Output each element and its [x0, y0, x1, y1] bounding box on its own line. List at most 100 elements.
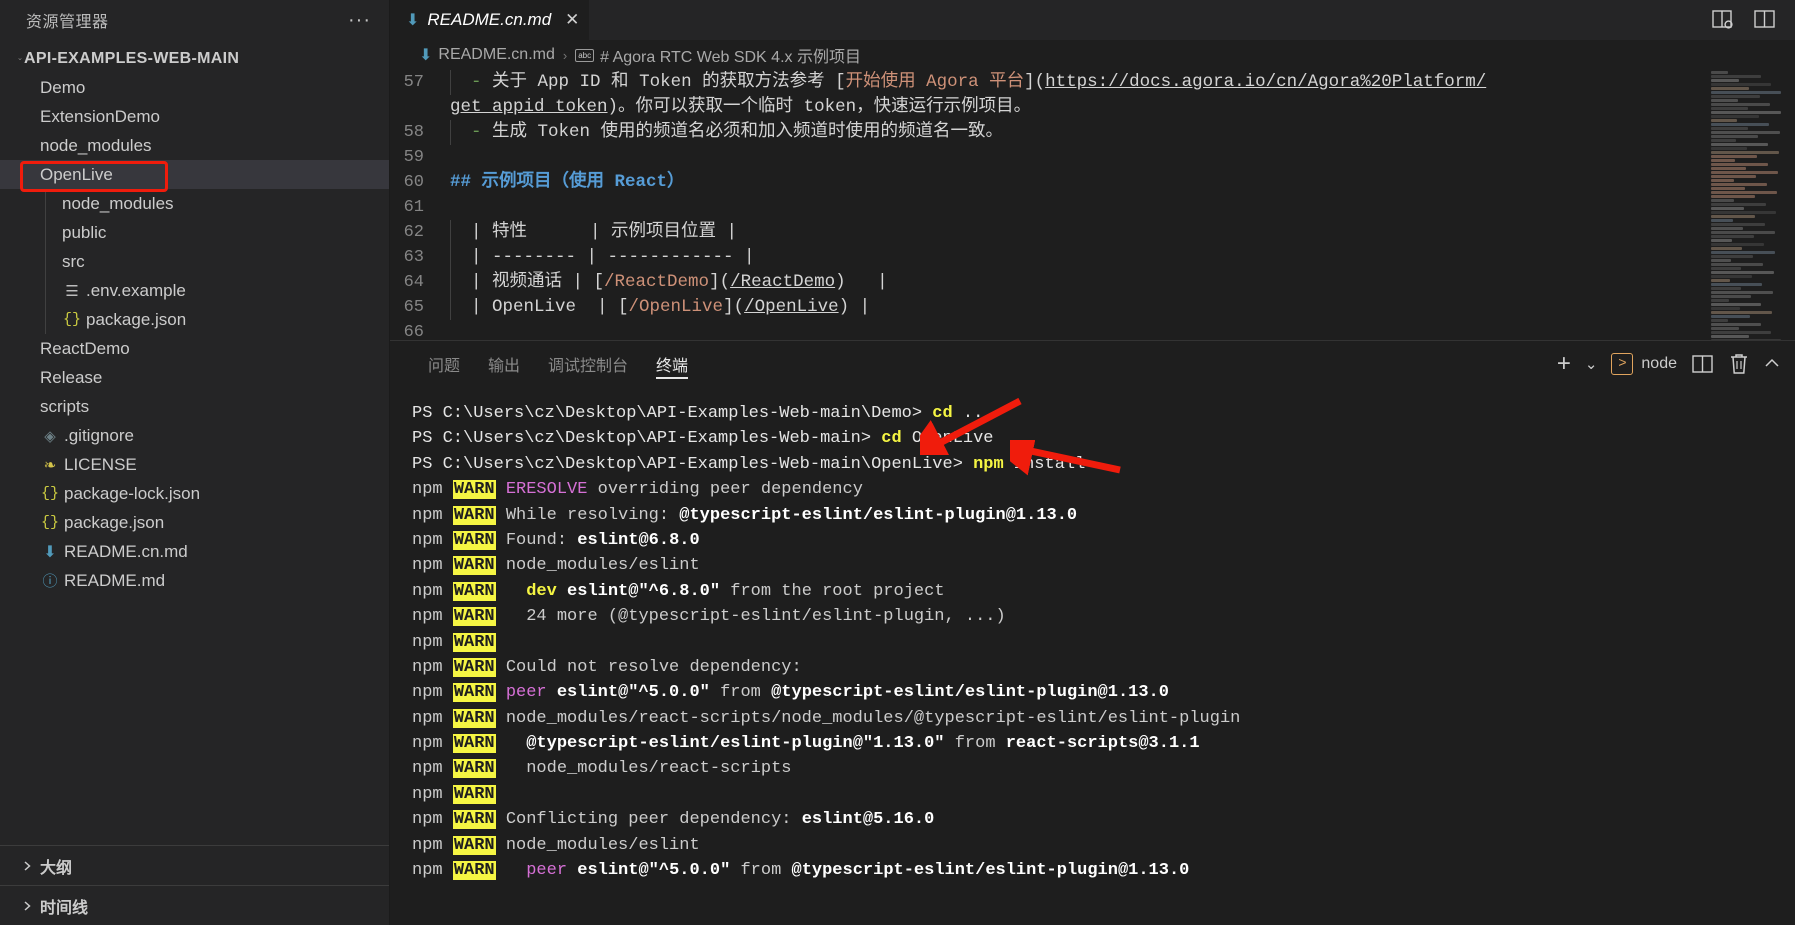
- minimap-line: [1711, 151, 1779, 154]
- minimap-line: [1711, 327, 1739, 330]
- text-editor[interactable]: 57- 关于 App ID 和 Token 的获取方法参考 [开始使用 Agor…: [390, 70, 1795, 340]
- minimap-line: [1711, 119, 1738, 122]
- minimap-line: [1711, 267, 1742, 270]
- string-symbol-icon: abc: [575, 48, 595, 62]
- tab-readme-cn-md[interactable]: ⬇ README.cn.md ✕: [390, 0, 591, 40]
- code-token: [: [593, 272, 605, 292]
- editor-line: 65 | OpenLive | [/OpenLive](/OpenLive) |: [390, 295, 1707, 320]
- panel-actions: + ⌄ > node: [1556, 350, 1795, 377]
- license-file-icon: ❧: [43, 456, 57, 474]
- tree-item-license[interactable]: ❧ LICENSE: [0, 450, 389, 479]
- editor-content[interactable]: 57- 关于 App ID 和 Token 的获取方法参考 [开始使用 Agor…: [390, 70, 1707, 340]
- breadcrumb-symbol[interactable]: abc # Agora RTC Web SDK 4.x 示例项目: [575, 43, 861, 67]
- split-editor-search-icon[interactable]: [1711, 9, 1735, 31]
- tree-item-label: README.cn.md: [64, 541, 188, 561]
- tree-item-scripts[interactable]: scripts: [0, 392, 389, 421]
- minimap-line: [1711, 175, 1757, 178]
- minimap-line: [1711, 131, 1780, 134]
- code-token: ，快速运行示例项目。: [856, 97, 1032, 117]
- code-token: [: [835, 72, 846, 92]
- terminal-token: WARN: [452, 861, 496, 881]
- split-editor-icon[interactable]: [1753, 9, 1777, 31]
- terminal-token: from: [944, 734, 1006, 754]
- explorer-more-actions-icon[interactable]: ···: [348, 10, 371, 30]
- new-terminal-dropdown-button[interactable]: ⌄: [1585, 355, 1598, 373]
- terminal-token: Could not resolve dependency:: [495, 657, 802, 677]
- tree-item-env-example[interactable]: ☰ .env.example: [0, 276, 389, 305]
- minimap-line: [1711, 159, 1736, 162]
- terminal-token: from: [709, 683, 772, 703]
- minimap-line: [1711, 231, 1776, 234]
- sidebar-section-outline[interactable]: 大纲: [0, 845, 389, 885]
- terminal-token: from: [730, 861, 792, 881]
- terminal-token: WARN: [452, 759, 496, 779]
- terminal-line: npm WARN ERESOLVE overriding peer depend…: [412, 477, 1795, 502]
- minimap-line: [1711, 139, 1737, 142]
- tree-item-openlive-package-json[interactable]: {} package.json: [0, 305, 389, 334]
- tab-problems[interactable]: 问题: [414, 341, 474, 387]
- editor-minimap[interactable]: [1707, 70, 1795, 340]
- tree-item-readme-cn-md[interactable]: ⬇ README.cn.md: [0, 537, 389, 566]
- tree-item-readme-md[interactable]: ⓘ README.md: [0, 566, 389, 595]
- tree-item-openlive-src[interactable]: src: [0, 247, 389, 276]
- tree-item-release[interactable]: Release: [0, 363, 389, 392]
- tree-item-demo[interactable]: Demo: [0, 73, 389, 102]
- breadcrumb-file[interactable]: ⬇ README.cn.md: [419, 45, 555, 65]
- terminal-token: 24 more (@typescript-eslint/eslint-plugi…: [495, 607, 1006, 627]
- terminal-name-label: node: [1641, 355, 1677, 372]
- terminal-output[interactable]: PS C:\Users\cz\Desktop\API-Examples-Web-…: [390, 387, 1795, 925]
- sidebar-section-timeline[interactable]: 时间线: [0, 885, 389, 925]
- code-token: ): [607, 97, 619, 117]
- tree-item-label: node_modules: [62, 193, 174, 213]
- minimap-line: [1711, 275, 1752, 278]
- tab-terminal[interactable]: 终端: [642, 341, 702, 387]
- minimap-line: [1711, 263, 1764, 266]
- tab-output[interactable]: 输出: [474, 341, 534, 387]
- tree-item-package-json[interactable]: {} package.json: [0, 508, 389, 537]
- tree-root-api-examples-web-main[interactable]: API-EXAMPLES-WEB-MAIN: [0, 44, 389, 73]
- terminal-token: from the root project: [720, 581, 945, 601]
- minimap-line: [1711, 323, 1761, 326]
- close-icon[interactable]: ✕: [565, 10, 579, 30]
- code-token: /ReactDemo: [730, 272, 836, 292]
- minimap-line: [1711, 195, 1756, 198]
- tree-item-openlive-node-modules[interactable]: node_modules: [0, 189, 389, 218]
- new-terminal-button[interactable]: +: [1556, 350, 1571, 377]
- code-token: | -------- | ------------ |: [471, 247, 755, 267]
- sidebar-section-label: 大纲: [40, 859, 73, 877]
- tree-item-reactdemo[interactable]: ReactDemo: [0, 334, 389, 363]
- tree-item-gitignore[interactable]: ◈ .gitignore: [0, 421, 389, 450]
- indent-guide: [450, 220, 451, 245]
- chevron-right-icon: [0, 401, 38, 413]
- terminal-token: WARN: [452, 581, 496, 601]
- code-token: ](: [723, 297, 745, 317]
- tree-item-openlive-public[interactable]: public: [0, 218, 389, 247]
- panel-maximize-button[interactable]: [1763, 355, 1781, 373]
- minimap-line: [1711, 239, 1732, 242]
- terminal-token: WARN: [452, 607, 496, 627]
- terminal-token: WARN: [452, 505, 496, 525]
- tree-item-package-lock-json[interactable]: {} package-lock.json: [0, 479, 389, 508]
- terminal-token: peer: [505, 683, 547, 703]
- terminal-token: eslint@6.8.0: [577, 530, 700, 550]
- terminal-list-item-node[interactable]: > node: [1611, 353, 1677, 375]
- tree-item-label: Release: [40, 367, 103, 387]
- tree-item-node-modules[interactable]: node_modules: [0, 131, 389, 160]
- terminal-line: npm WARN peer eslint@"^5.0.0" from @type…: [412, 680, 1795, 705]
- chevron-right-icon: [0, 227, 60, 239]
- tree-item-label: ReactDemo: [40, 338, 130, 358]
- tree-item-extensiondemo[interactable]: ExtensionDemo: [0, 102, 389, 131]
- tree-item-openlive[interactable]: OpenLive: [0, 160, 389, 189]
- line-number: 62: [403, 223, 424, 242]
- plus-icon: +: [1556, 350, 1571, 377]
- terminal-line: PS C:\Users\cz\Desktop\API-Examples-Web-…: [412, 401, 1795, 426]
- minimap-line: [1711, 251, 1775, 254]
- terminal-prompt-icon: >: [1611, 353, 1634, 375]
- line-number: 59: [403, 148, 424, 167]
- editor-line: 57 - 关于 App ID 和 Token 的获取方法参考 [开始使用 Agor…: [390, 70, 1707, 95]
- split-terminal-button[interactable]: [1691, 354, 1715, 374]
- tab-debug-console[interactable]: 调试控制台: [534, 341, 642, 387]
- kill-terminal-button[interactable]: [1729, 353, 1749, 375]
- git-file-icon: ◈: [44, 427, 56, 445]
